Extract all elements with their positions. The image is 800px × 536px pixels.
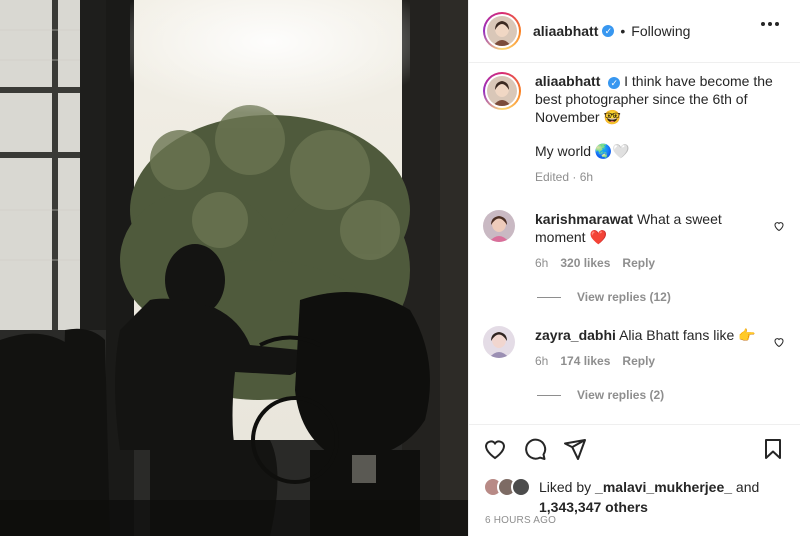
view-replies-label: View replies (2) xyxy=(577,388,665,402)
comment-username[interactable]: zayra_dabhi xyxy=(535,327,616,343)
post-timestamp[interactable]: 6 HOURS AGO xyxy=(485,515,556,526)
heart-icon[interactable] xyxy=(483,437,507,461)
action-icons xyxy=(483,437,587,461)
comment-icon[interactable] xyxy=(523,437,547,461)
comment-avatar[interactable] xyxy=(483,210,515,242)
comment-body: karishmarawat What a sweet moment ❤️ 6h … xyxy=(535,210,767,272)
caption-text-block: aliaabhatt ✓ I think have become the bes… xyxy=(535,72,785,186)
post-caption: aliaabhatt ✓ I think have become the bes… xyxy=(483,72,793,186)
separator-dot: • xyxy=(620,23,626,39)
likes-conjunction: and xyxy=(735,479,760,495)
more-options-icon[interactable] xyxy=(761,22,779,26)
post-photo[interactable] xyxy=(0,0,468,536)
liker-avatar xyxy=(511,477,531,497)
caption-verified-icon: ✓ xyxy=(608,77,621,89)
comment-meta: 6h 174 likes Reply xyxy=(535,352,767,370)
verified-badge-icon: ✓ xyxy=(602,25,615,37)
caption-username[interactable]: aliaabhatt xyxy=(535,73,600,89)
post-side-panel: aliaabhatt ✓ • Following aliaabhatt ✓ I … xyxy=(468,0,800,536)
comment-avatar[interactable] xyxy=(483,326,515,358)
photo-silhouette xyxy=(0,0,468,536)
caption-edited-meta: Edited · 6h xyxy=(535,170,594,184)
view-replies-button[interactable]: View replies (2) xyxy=(537,388,664,402)
author-avatar-image xyxy=(487,16,517,46)
view-replies-line xyxy=(537,394,561,396)
comment-avatar-image xyxy=(483,326,515,358)
caption-text-2: My world 🌏🤍 xyxy=(535,143,630,159)
post-header: aliaabhatt ✓ • Following xyxy=(469,0,800,63)
author-username[interactable]: aliaabhatt xyxy=(533,23,598,39)
liker-username[interactable]: _malavi_mukherjee_ xyxy=(595,479,732,495)
comment-likes[interactable]: 320 likes xyxy=(560,254,610,272)
caption-avatar-image xyxy=(487,76,517,106)
comment-meta: 6h 320 likes Reply xyxy=(535,254,767,272)
comment-avatar-image xyxy=(483,210,515,242)
comment-text: Alia Bhatt fans like 👉 xyxy=(619,327,756,343)
post-actions: Liked by _malavi_mukherjee_ and 1,343,34… xyxy=(469,424,800,536)
comment-body: zayra_dabhi Alia Bhatt fans like 👉 6h 17… xyxy=(535,326,767,370)
author-avatar[interactable] xyxy=(483,12,521,50)
bookmark-icon xyxy=(765,439,781,459)
caption-avatar[interactable] xyxy=(483,72,521,110)
comment-like-icon[interactable] xyxy=(773,336,785,348)
comment-username[interactable]: karishmarawat xyxy=(535,211,633,227)
view-replies-label: View replies (12) xyxy=(577,290,671,304)
likes-summary: Liked by _malavi_mukherjee_ and 1,343,34… xyxy=(483,477,769,517)
likes-text: Liked by _malavi_mukherjee_ and 1,343,34… xyxy=(539,477,769,517)
following-button[interactable]: Following xyxy=(631,23,690,39)
comment-reply-button[interactable]: Reply xyxy=(622,254,655,272)
view-replies-button[interactable]: View replies (12) xyxy=(537,290,671,304)
instagram-post: aliaabhatt ✓ • Following aliaabhatt ✓ I … xyxy=(0,0,800,536)
likes-count[interactable]: 1,343,347 others xyxy=(539,499,648,515)
comment-item: zayra_dabhi Alia Bhatt fans like 👉 6h 17… xyxy=(483,326,793,370)
comment-like-icon[interactable] xyxy=(773,220,785,232)
comment-reply-button[interactable]: Reply xyxy=(622,352,655,370)
liker-avatars[interactable] xyxy=(483,477,535,497)
comment-time: 6h xyxy=(535,256,549,270)
share-icon[interactable] xyxy=(563,437,587,461)
bookmark-button[interactable] xyxy=(761,437,785,461)
comment-likes[interactable]: 174 likes xyxy=(560,352,610,370)
liked-by-prefix: Liked by xyxy=(539,479,592,495)
comment-time: 6h xyxy=(535,354,549,368)
view-replies-line xyxy=(537,296,561,298)
comment-item: karishmarawat What a sweet moment ❤️ 6h … xyxy=(483,210,793,272)
